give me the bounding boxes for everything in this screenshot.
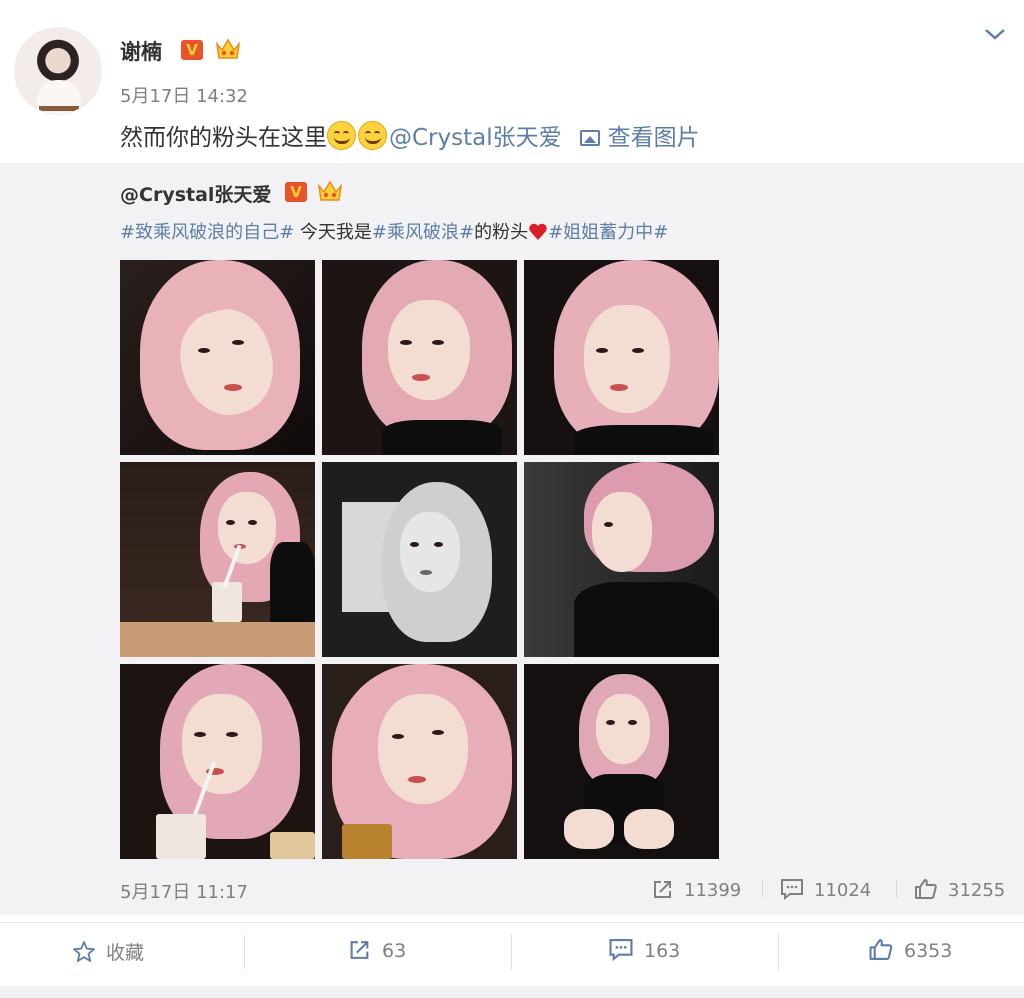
comment-button-count: 163 [644,940,681,962]
repost-count: 11399 [684,880,742,901]
share-icon [350,941,369,959]
divider [896,880,897,898]
comment-count: 11024 [814,880,872,901]
mention-link[interactable]: @Crystal张天爱 [389,125,562,151]
photo-thumbnail[interactable] [322,260,517,455]
picture-icon [579,130,600,146]
comment-button[interactable]: 163 [608,938,680,962]
hashtag-link[interactable]: #乘风破浪# [372,222,474,243]
chevron-down-icon[interactable] [984,26,1006,42]
post-text: 然而你的粉头在这里 @Crystal张天爱 查看图片 [120,118,700,152]
divider [762,880,763,898]
author-name[interactable]: 谢楠 [120,36,162,66]
photo-thumbnail[interactable] [524,462,719,657]
author-avatar[interactable] [14,27,102,115]
photo-thumbnail[interactable] [120,462,315,657]
heart-icon [529,223,547,240]
post-timestamp[interactable]: 5月17日 14:32 [120,82,248,108]
repost-text-part: 的粉头 [474,222,529,243]
photo-grid [120,260,720,860]
vip-crown-icon [215,38,241,59]
view-image-link[interactable]: 查看图片 [579,125,700,151]
like-count: 31255 [948,880,1006,901]
verified-badge-icon: V [285,182,307,202]
divider [511,934,512,970]
comment-count-stat[interactable]: 11024 [780,878,871,901]
repost-count-stat[interactable]: 11399 [652,878,741,901]
hashtag-link[interactable]: #致乘风破浪的自己# [120,222,294,243]
grin-emoji-icon [358,121,387,150]
photo-thumbnail[interactable] [524,664,719,859]
page-background-strip [0,986,1024,998]
repost-text: #致乘风破浪的自己# 今天我是#乘风破浪#的粉头 #姐姐蓄力中# [120,218,668,244]
share-icon [654,881,671,898]
comment-icon [609,939,633,961]
repost-text-part: 今天我是 [294,222,372,243]
repost-timestamp[interactable]: 5月17日 11:17 [120,878,248,904]
vip-crown-icon [317,180,343,201]
thumbs-up-icon [915,879,937,899]
thumbs-up-icon [869,939,893,960]
photo-thumbnail[interactable] [524,260,719,455]
view-image-label: 查看图片 [607,125,700,151]
divider [778,934,779,970]
verified-badge-icon: V [181,40,203,60]
repost-button-count: 63 [382,940,407,962]
favorite-button[interactable]: 收藏 [72,938,144,965]
photo-thumbnail[interactable] [120,260,315,455]
comment-icon [781,879,803,900]
weibo-post-card: 谢楠 V 5月17日 14:32 然而你的粉头在这里 @Crystal张天爱 查看图… [0,0,1024,998]
like-button[interactable]: 6353 [868,938,952,962]
post-text-body: 然而你的粉头在这里 [120,125,327,151]
divider [244,934,245,970]
hashtag-link[interactable]: #姐姐蓄力中# [548,222,668,243]
like-count-stat[interactable]: 31255 [914,878,1005,901]
photo-thumbnail[interactable] [120,664,315,859]
favorite-label: 收藏 [106,942,145,964]
star-icon [73,941,95,962]
repost-button[interactable]: 63 [348,938,406,962]
photo-thumbnail[interactable] [322,462,517,657]
photo-thumbnail[interactable] [322,664,517,859]
like-button-count: 6353 [904,940,953,962]
repost-author[interactable]: @Crystal张天爱 [120,180,271,207]
grin-emoji-icon [327,121,356,150]
